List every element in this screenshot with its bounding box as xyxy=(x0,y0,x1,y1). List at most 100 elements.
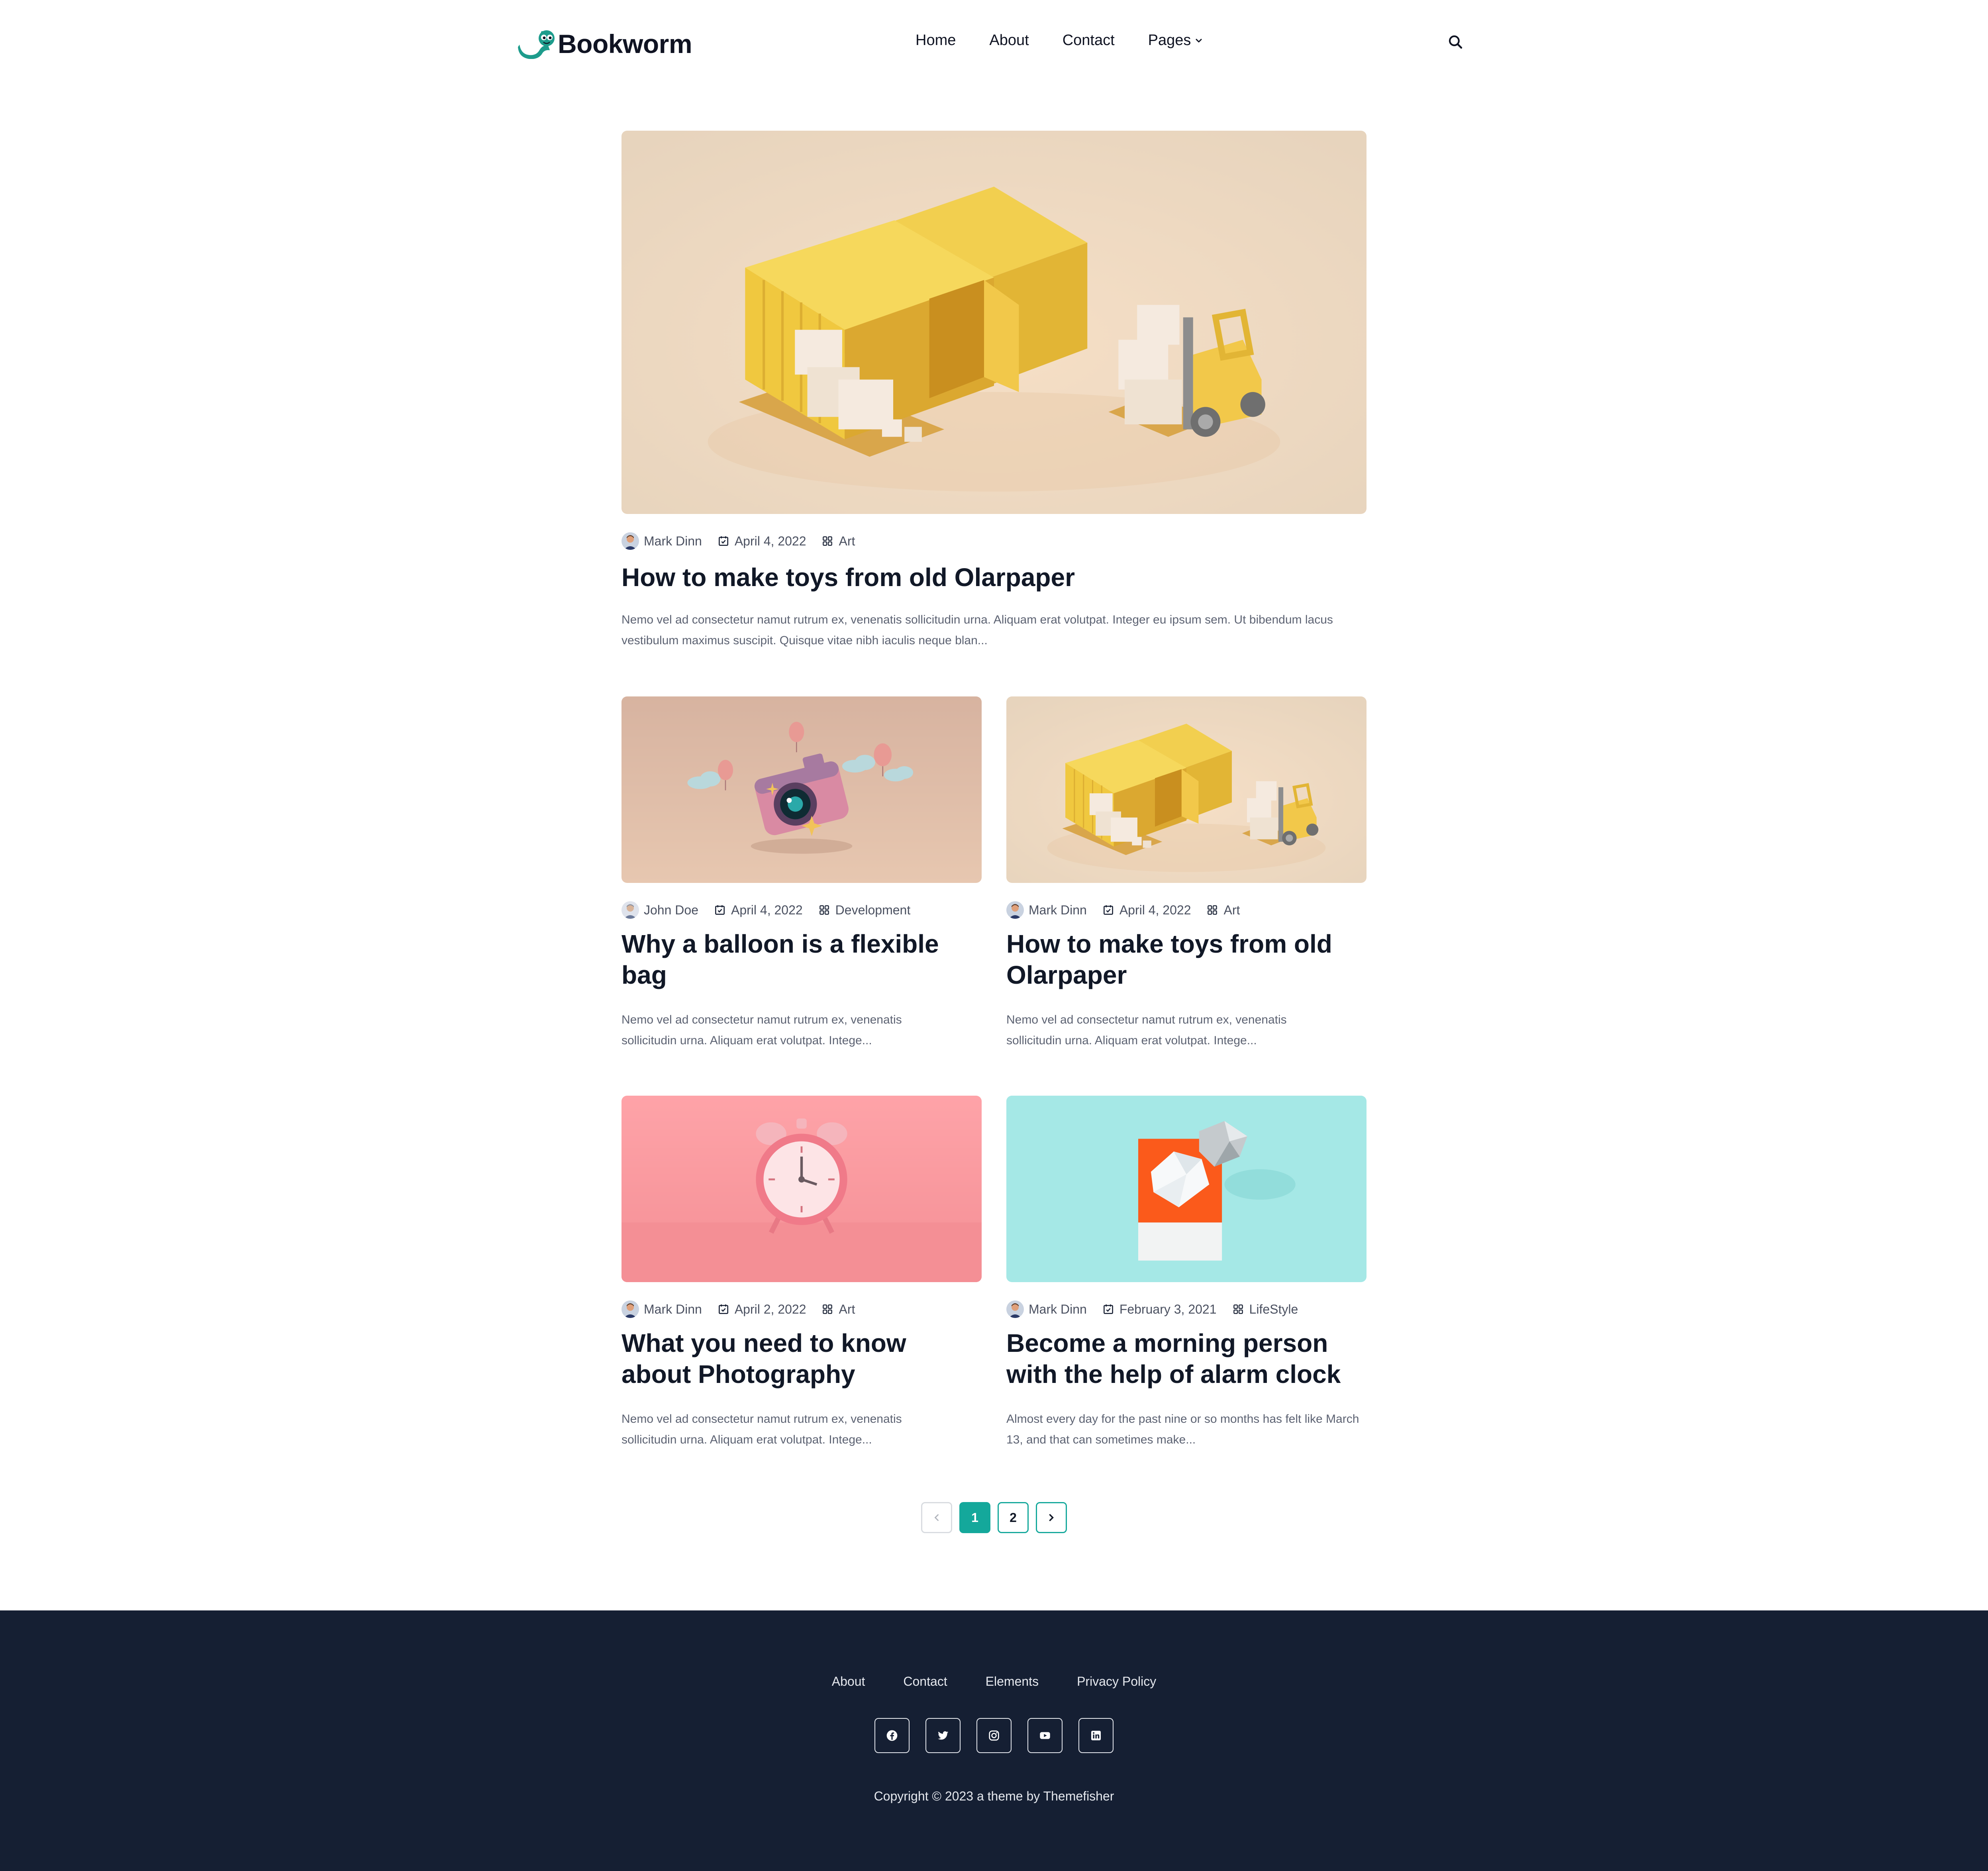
post-image[interactable] xyxy=(621,696,982,883)
chevron-right-icon xyxy=(1049,1514,1054,1521)
nav-home[interactable]: Home xyxy=(916,32,956,49)
prev-page-button[interactable] xyxy=(921,1502,952,1533)
post-author[interactable]: Mark Dinn xyxy=(1006,901,1087,919)
nav-pages[interactable]: Pages xyxy=(1148,32,1204,49)
author-name: Mark Dinn xyxy=(644,533,702,548)
twitter-link[interactable] xyxy=(925,1718,961,1753)
post-category[interactable]: Development xyxy=(818,902,911,918)
author-name: Mark Dinn xyxy=(644,1302,702,1316)
facebook-link[interactable] xyxy=(874,1718,910,1753)
pagination: 1 2 xyxy=(921,1502,1074,1533)
post-category[interactable]: LifeStyle xyxy=(1232,1302,1298,1317)
camera-illustration xyxy=(621,696,982,883)
containers-illustration xyxy=(621,131,1367,514)
avatar xyxy=(1006,901,1024,919)
containers-illustration xyxy=(1006,696,1367,883)
post-meta: John Doe April 4, 2022 Development xyxy=(621,901,910,919)
post-image[interactable] xyxy=(621,1096,982,1282)
post-card: Mark Dinn April 2, 2022 Art What you nee… xyxy=(621,1096,982,1454)
chevron-down-icon xyxy=(1196,39,1202,42)
post-card: Mark Dinn April 4, 2022 Art How to make … xyxy=(1006,696,1367,1055)
footer-nav: About Contact Elements Privacy Policy xyxy=(0,1674,1988,1689)
post-date: April 2, 2022 xyxy=(717,1302,806,1317)
post-category[interactable]: Art xyxy=(821,1302,855,1317)
linkedin-link[interactable] xyxy=(1078,1718,1114,1753)
post-meta: Mark Dinn April 4, 2022 Art xyxy=(621,532,855,550)
post-excerpt: Nemo vel ad consectetur namut rutrum ex,… xyxy=(621,1412,902,1446)
category-text: Art xyxy=(839,1302,855,1316)
post-category[interactable]: Art xyxy=(1206,903,1240,918)
footer-link-contact[interactable]: Contact xyxy=(903,1674,947,1689)
post-author[interactable]: Mark Dinn xyxy=(621,1300,702,1318)
featured-post: Mark Dinn April 4, 2022 Art How to make … xyxy=(621,131,1367,653)
post-title[interactable]: How to make toys from old Olarpaper xyxy=(1006,928,1357,990)
post-author[interactable]: John Doe xyxy=(621,901,698,919)
instagram-icon xyxy=(989,1730,999,1741)
brand-name: Bookworm xyxy=(558,29,692,59)
category-text: Development xyxy=(835,902,911,917)
search-icon[interactable] xyxy=(1447,33,1464,50)
social-links xyxy=(0,1718,1988,1753)
post-excerpt: Nemo vel ad consectetur namut rutrum ex,… xyxy=(1006,1013,1287,1047)
avatar xyxy=(621,901,639,919)
nav-contact[interactable]: Contact xyxy=(1063,32,1115,49)
date-text: April 4, 2022 xyxy=(734,533,806,548)
post-date: February 3, 2021 xyxy=(1102,1302,1217,1317)
category-text: Art xyxy=(1223,902,1240,917)
category-text: Art xyxy=(839,533,855,548)
footer-link-elements[interactable]: Elements xyxy=(986,1674,1039,1689)
page-2-button[interactable]: 2 xyxy=(998,1502,1029,1533)
post-category[interactable]: Art xyxy=(821,534,855,549)
nav-pages-label: Pages xyxy=(1148,32,1191,49)
post-author[interactable]: Mark Dinn xyxy=(621,532,702,550)
post-title[interactable]: What you need to know about Photography xyxy=(621,1328,972,1390)
youtube-link[interactable] xyxy=(1027,1718,1063,1753)
copyright-text: Copyright © 2023 a theme by Themefisher xyxy=(874,1789,1114,1803)
site-logo[interactable]: Bookworm xyxy=(517,27,692,61)
author-name: John Doe xyxy=(644,902,698,917)
main-nav: Home About Contact Pages xyxy=(916,32,1204,49)
category-icon xyxy=(1206,904,1219,916)
alarm-clock-illustration xyxy=(621,1096,982,1282)
avatar xyxy=(1006,1300,1024,1318)
post-image[interactable] xyxy=(621,131,1367,514)
date-text: April 2, 2022 xyxy=(734,1302,806,1316)
category-icon xyxy=(818,904,831,916)
post-date: April 4, 2022 xyxy=(1102,903,1191,918)
linkedin-icon xyxy=(1091,1731,1101,1740)
post-meta: Mark Dinn April 4, 2022 Art xyxy=(1006,901,1240,919)
calendar-icon xyxy=(714,904,726,916)
calendar-icon xyxy=(717,1303,730,1316)
post-title[interactable]: Become a morning person with the help of… xyxy=(1006,1328,1357,1390)
site-header: Bookworm Home About Contact Pages xyxy=(0,0,1988,88)
date-text: February 3, 2021 xyxy=(1119,1302,1217,1316)
author-name: Mark Dinn xyxy=(1029,902,1087,917)
instagram-link[interactable] xyxy=(976,1718,1012,1753)
post-title[interactable]: Why a balloon is a flexible bag xyxy=(621,928,972,990)
page-1-button[interactable]: 1 xyxy=(959,1502,990,1533)
post-excerpt: Almost every day for the past nine or so… xyxy=(1006,1412,1359,1446)
post-excerpt: Nemo vel ad consectetur namut rutrum ex,… xyxy=(621,1013,902,1047)
post-meta: Mark Dinn February 3, 2021 LifeStyle xyxy=(1006,1300,1298,1318)
twitter-icon xyxy=(938,1731,949,1740)
author-name: Mark Dinn xyxy=(1029,1302,1087,1316)
post-card: Mark Dinn February 3, 2021 LifeStyle Bec… xyxy=(1006,1096,1367,1454)
post-author[interactable]: Mark Dinn xyxy=(1006,1300,1087,1318)
post-image[interactable] xyxy=(1006,696,1367,883)
nav-about[interactable]: About xyxy=(989,32,1029,49)
post-excerpt: Nemo vel ad consectetur namut rutrum ex,… xyxy=(621,613,1333,647)
category-icon xyxy=(821,535,834,547)
category-text: LifeStyle xyxy=(1249,1302,1298,1316)
footer-link-privacy[interactable]: Privacy Policy xyxy=(1077,1674,1156,1689)
post-date: April 4, 2022 xyxy=(714,903,803,918)
site-footer: About Contact Elements Privacy Policy Co… xyxy=(0,1610,1988,1871)
post-image[interactable] xyxy=(1006,1096,1367,1282)
avatar xyxy=(621,532,639,550)
calendar-icon xyxy=(1102,904,1115,916)
diamond-illustration xyxy=(1006,1096,1367,1282)
next-page-button[interactable] xyxy=(1036,1502,1067,1533)
post-title[interactable]: How to make toys from old Olarpaper xyxy=(621,562,1367,593)
footer-link-about[interactable]: About xyxy=(832,1674,865,1689)
date-text: April 4, 2022 xyxy=(1119,902,1191,917)
calendar-icon xyxy=(717,535,730,547)
